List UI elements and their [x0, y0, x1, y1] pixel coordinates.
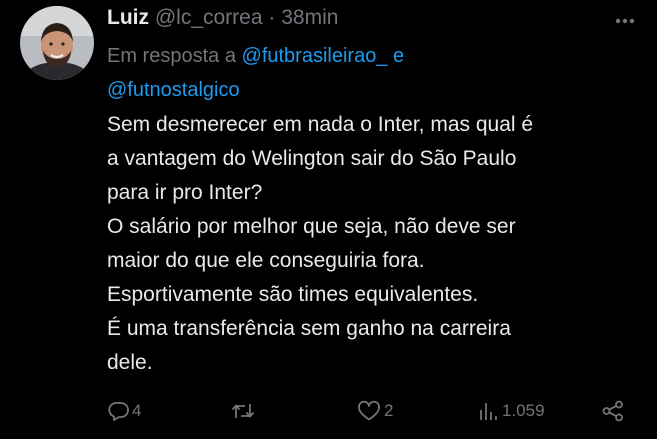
reply-icon: [108, 402, 129, 421]
avatar[interactable]: [20, 6, 94, 80]
reply-button[interactable]: 4: [106, 393, 141, 429]
like-count: 2: [384, 401, 394, 420]
reply-context: Em resposta a @futbrasileirao_ e @futnos…: [107, 39, 607, 107]
tweet-header: Luiz @lc_correa · 38min: [107, 4, 338, 32]
author-handle[interactable]: @lc_correa: [155, 6, 263, 29]
author-name[interactable]: Luiz: [107, 6, 149, 29]
share-icon: [602, 400, 623, 422]
tweet-text-line: O salário por melhor que seja, não deve …: [107, 215, 516, 238]
reply-conjunction: e: [393, 45, 405, 67]
tweet-time[interactable]: 38min: [281, 6, 338, 29]
tweet-text-line: maior do que ele conseguiria fora.: [107, 249, 425, 272]
tweet-text: Sem desmerecer em nada o Inter, mas qual…: [107, 108, 637, 380]
tweet-text-line: É uma transferência sem ganho na carreir…: [107, 317, 511, 340]
like-button[interactable]: 2: [356, 393, 393, 429]
tweet-text-line: Esportivamente são times equivalentes.: [107, 283, 479, 306]
action-bar: 4 2 1.059: [100, 393, 640, 429]
views-button[interactable]: 1.059: [478, 393, 545, 429]
tweet[interactable]: Luiz @lc_correa · 38min Em resposta a @f…: [0, 0, 657, 439]
reply-mention-link[interactable]: @futbrasileirao_: [242, 45, 388, 67]
heart-icon: [358, 400, 380, 421]
avatar-image: [20, 6, 94, 80]
share-button[interactable]: [600, 393, 626, 429]
tweet-text-line: dele.: [107, 351, 153, 374]
reply-mention-link[interactable]: @futnostalgico: [107, 79, 240, 101]
retweet-icon: [231, 404, 255, 418]
reply-prefix: Em resposta a: [107, 45, 236, 67]
retweet-button[interactable]: [230, 393, 258, 429]
tweet-text-line: para ir pro Inter?: [107, 181, 263, 204]
more-dots-icon[interactable]: [610, 6, 640, 36]
tweet-text-line: a vantagem do Welington sair do São Paul…: [107, 147, 517, 170]
views-chart-icon: [480, 403, 497, 420]
header-separator: ·: [268, 6, 276, 29]
views-count: 1.059: [502, 401, 545, 420]
tweet-text-line: Sem desmerecer em nada o Inter, mas qual…: [107, 113, 534, 136]
reply-count: 4: [132, 401, 142, 420]
